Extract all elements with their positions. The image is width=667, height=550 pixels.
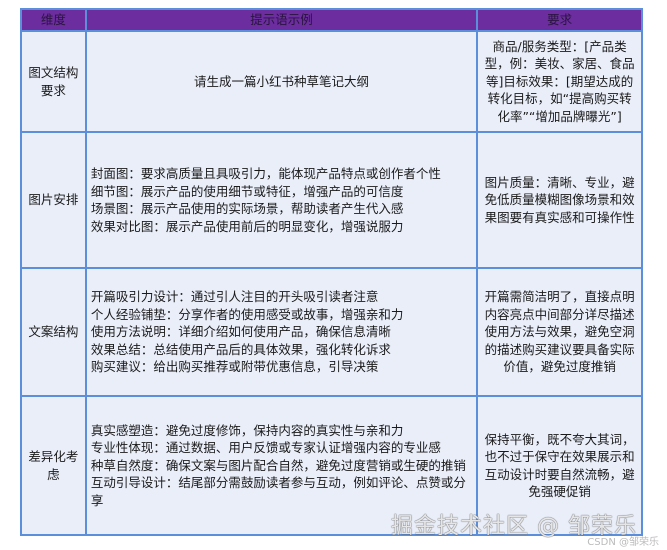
example-line: 个人经验铺垫：分享作者的使用感受或故事，增强亲和力 <box>90 306 404 322</box>
header-dimension: 维度 <box>20 8 87 32</box>
dimension-cell: 图片安排 <box>20 131 87 269</box>
table-row: 文案结构 开篇吸引力设计：通过引人注目的开头吸引读者注意 个人经验铺垫：分享作者… <box>20 267 643 397</box>
requirement-cell: 商品/服务类型：[产品类型，例：美妆、家居、食品等]目标效果：[期望达成的转化目… <box>476 30 643 133</box>
example-line: 效果总结：总结使用产品后的具体效果，强化转化诉求 <box>90 341 391 357</box>
table-row: 图片安排 封面图：要求高质量且具吸引力，能体现产品特点或创作者个性 细节图：展示… <box>20 131 643 269</box>
dimension-cell: 图文结构要求 <box>20 30 87 133</box>
example-line: 效果对比图：展示产品使用前后的明显变化，增强说服力 <box>90 218 404 234</box>
examples-cell: 封面图：要求高质量且具吸引力，能体现产品特点或创作者个性 细节图：展示产品的使用… <box>84 131 479 269</box>
example-line: 开篇吸引力设计：通过引人注目的开头吸引读者注意 <box>90 289 379 305</box>
prompt-table: 维度 提示语示例 要求 图文结构要求 请生成一篇小红书种草笔记大纲 商品/服务类… <box>20 8 643 536</box>
example-line: 真实感塑造：避免过度修饰，保持内容的真实性与亲和力 <box>90 422 404 438</box>
example-line: 互动引导设计：结尾部分需鼓励读者参与互动，例如评论、点赞或分享 <box>90 475 466 508</box>
example-line: 细节图：展示产品的使用细节或特征，增强产品的可信度 <box>90 183 404 199</box>
example-line: 请生成一篇小红书种草笔记大纲 <box>194 73 370 89</box>
requirement-cell: 开篇需简洁明了，直接点明内容亮点中间部分详尽描述使用方法与效果，避免空洞的描述购… <box>476 267 643 397</box>
examples-cell: 开篇吸引力设计：通过引人注目的开头吸引读者注意 个人经验铺垫：分享作者的使用感受… <box>84 267 479 397</box>
header-examples: 提示语示例 <box>84 8 479 32</box>
example-line: 种草自然度：确保文案与图片配合自然，避免过度营销或生硬的推销 <box>90 457 466 473</box>
examples-cell: 请生成一篇小红书种草笔记大纲 <box>84 30 479 133</box>
table-header-row: 维度 提示语示例 要求 <box>20 8 643 32</box>
example-line: 场景图：展示产品使用的实际场景，帮助读者产生代入感 <box>90 201 404 216</box>
example-line: 购买建议：给出购买推荐或附带优惠信息，引导决策 <box>90 359 379 375</box>
example-line: 使用方法说明：详细介绍如何使用产品，确保信息清晰 <box>90 324 391 340</box>
example-line: 专业性体现：通过数据、用户反馈或专家认证增强内容的专业感 <box>90 440 441 456</box>
dimension-cell: 文案结构 <box>20 267 87 397</box>
dimension-cell: 差异化考虑 <box>20 395 87 536</box>
requirement-cell: 图片质量：清晰、专业，避免低质量模糊图像场景和效果图要有真实感和可操作性 <box>476 131 643 269</box>
header-requirement: 要求 <box>476 8 643 32</box>
table-row: 图文结构要求 请生成一篇小红书种草笔记大纲 商品/服务类型：[产品类型，例：美妆… <box>20 30 643 133</box>
watermark-small: CSDN @邹荣乐 <box>587 537 659 548</box>
example-line: 封面图：要求高质量且具吸引力，能体现产品特点或创作者个性 <box>90 166 441 181</box>
